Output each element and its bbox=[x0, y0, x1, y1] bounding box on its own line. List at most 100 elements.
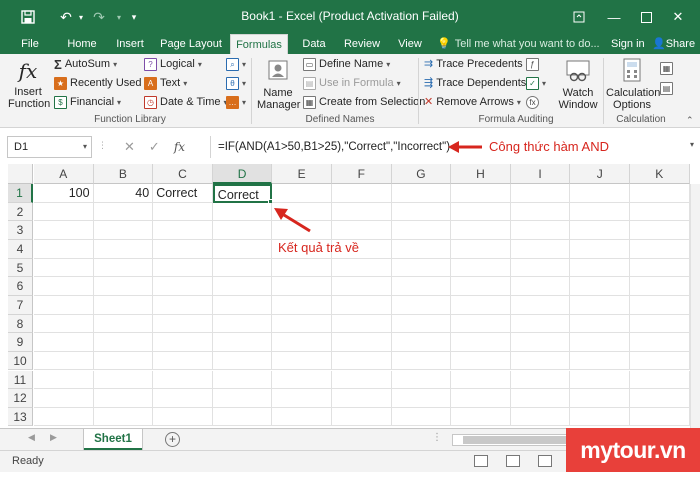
expand-formula-bar-icon[interactable]: ▾ bbox=[690, 140, 694, 149]
cell-g10[interactable] bbox=[391, 351, 452, 371]
cell-i1[interactable] bbox=[510, 184, 571, 203]
cell-g5[interactable] bbox=[391, 258, 452, 278]
cell-f2[interactable] bbox=[332, 202, 392, 222]
cell-i12[interactable] bbox=[510, 389, 571, 408]
cell-b10[interactable] bbox=[93, 351, 154, 371]
minimize-icon[interactable]: — bbox=[600, 6, 628, 28]
cell-b4[interactable] bbox=[93, 239, 154, 259]
cell-j9[interactable] bbox=[570, 333, 630, 352]
column-header-f[interactable]: F bbox=[332, 164, 392, 184]
cell-b11[interactable] bbox=[93, 370, 154, 390]
cell-c11[interactable] bbox=[153, 370, 213, 390]
cell-j11[interactable] bbox=[570, 370, 630, 390]
cell-j2[interactable] bbox=[570, 202, 630, 222]
cell-f6[interactable] bbox=[332, 277, 392, 296]
cell-b1[interactable]: 40 bbox=[93, 184, 154, 203]
row-header-2[interactable]: 2 bbox=[8, 202, 33, 222]
column-header-j[interactable]: J bbox=[570, 164, 630, 184]
calculation-options-button[interactable]: Calculation Options bbox=[606, 58, 660, 111]
cell-g7[interactable] bbox=[391, 295, 452, 315]
cell-a1[interactable]: 100 bbox=[34, 184, 94, 203]
column-header-i[interactable]: I bbox=[510, 164, 571, 184]
column-header-d[interactable]: D bbox=[212, 164, 273, 184]
cell-h7[interactable] bbox=[451, 295, 511, 315]
spreadsheet-grid[interactable]: A B C D E F G H I J K 1 100 40 Correct Correct 2 3 4 5 6 7 8 9 1… bbox=[0, 164, 700, 428]
maximize-icon[interactable] bbox=[632, 6, 660, 28]
row-header-11[interactable]: 11 bbox=[8, 370, 33, 390]
cell-k13[interactable] bbox=[630, 407, 690, 427]
cell-e12[interactable] bbox=[272, 389, 332, 408]
close-icon[interactable]: ✕ bbox=[664, 6, 692, 28]
cell-g3[interactable] bbox=[391, 221, 452, 240]
lookup-reference-button[interactable]: ⌕ ▾ bbox=[226, 56, 246, 73]
cell-a6[interactable] bbox=[34, 277, 94, 296]
column-header-b[interactable]: B bbox=[93, 164, 154, 184]
cell-e8[interactable] bbox=[272, 314, 332, 334]
cell-k3[interactable] bbox=[630, 221, 690, 240]
cell-c1[interactable]: Correct bbox=[153, 184, 213, 203]
cell-e1[interactable] bbox=[272, 184, 332, 203]
date-time-button[interactable]: ◷ Date & Time ▾ bbox=[144, 94, 228, 111]
cell-j13[interactable] bbox=[570, 407, 630, 427]
calculate-sheet-button[interactable]: ▤ bbox=[660, 80, 673, 97]
cell-d10[interactable] bbox=[212, 351, 273, 371]
cell-j12[interactable] bbox=[570, 389, 630, 408]
row-header-8[interactable]: 8 bbox=[8, 314, 33, 334]
cell-c10[interactable] bbox=[153, 351, 213, 371]
recently-used-button[interactable]: ★ Recently Used ▾ bbox=[54, 75, 149, 92]
cell-k11[interactable] bbox=[630, 370, 690, 390]
cell-c7[interactable] bbox=[153, 295, 213, 315]
cell-g11[interactable] bbox=[391, 370, 452, 390]
tab-view[interactable]: View bbox=[393, 34, 427, 54]
cell-a9[interactable] bbox=[34, 333, 94, 352]
cell-b12[interactable] bbox=[93, 389, 154, 408]
sheet-next-icon[interactable]: ▶ bbox=[50, 432, 57, 443]
collapse-ribbon-icon[interactable]: ⌃ bbox=[686, 112, 694, 129]
cell-f7[interactable] bbox=[332, 295, 392, 315]
name-manager-button[interactable]: Name Manager bbox=[257, 58, 300, 111]
cell-h11[interactable] bbox=[451, 370, 511, 390]
cell-g2[interactable] bbox=[391, 202, 452, 222]
column-header-e[interactable]: E bbox=[272, 164, 332, 184]
column-header-g[interactable]: G bbox=[391, 164, 452, 184]
cell-e7[interactable] bbox=[272, 295, 332, 315]
cell-i13[interactable] bbox=[510, 407, 571, 427]
tab-review[interactable]: Review bbox=[340, 34, 384, 54]
cell-i8[interactable] bbox=[510, 314, 571, 334]
cell-e5[interactable] bbox=[272, 258, 332, 278]
more-functions-button[interactable]: … ▾ bbox=[226, 94, 246, 111]
cell-k2[interactable] bbox=[630, 202, 690, 222]
cell-c2[interactable] bbox=[153, 202, 213, 222]
cell-c8[interactable] bbox=[153, 314, 213, 334]
cell-b13[interactable] bbox=[93, 407, 154, 427]
cell-j6[interactable] bbox=[570, 277, 630, 296]
cell-e6[interactable] bbox=[272, 277, 332, 296]
cell-d2[interactable] bbox=[212, 202, 273, 222]
cell-b6[interactable] bbox=[93, 277, 154, 296]
sign-in-link[interactable]: Sign in bbox=[611, 34, 645, 54]
cell-d4[interactable] bbox=[212, 239, 273, 259]
remove-arrows-button[interactable]: ✕ Remove Arrows ▾ bbox=[424, 94, 521, 111]
row-header-4[interactable]: 4 bbox=[8, 239, 33, 259]
watch-window-button[interactable]: Watch Window bbox=[558, 58, 598, 111]
cell-f3[interactable] bbox=[332, 221, 392, 240]
cell-d13[interactable] bbox=[212, 407, 273, 427]
cell-a5[interactable] bbox=[34, 258, 94, 278]
cell-k8[interactable] bbox=[630, 314, 690, 334]
cell-c12[interactable] bbox=[153, 389, 213, 408]
cell-a4[interactable] bbox=[34, 239, 94, 259]
row-header-6[interactable]: 6 bbox=[8, 277, 33, 296]
cell-f8[interactable] bbox=[332, 314, 392, 334]
cell-d5[interactable] bbox=[212, 258, 273, 278]
calculate-now-button[interactable]: ▦ bbox=[660, 60, 673, 77]
cell-h10[interactable] bbox=[451, 351, 511, 371]
cell-a13[interactable] bbox=[34, 407, 94, 427]
page-layout-view-icon[interactable] bbox=[506, 455, 520, 467]
row-header-1[interactable]: 1 bbox=[8, 184, 33, 203]
cell-d7[interactable] bbox=[212, 295, 273, 315]
row-header-7[interactable]: 7 bbox=[8, 295, 33, 315]
cell-a11[interactable] bbox=[34, 370, 94, 390]
cell-g6[interactable] bbox=[391, 277, 452, 296]
cell-k12[interactable] bbox=[630, 389, 690, 408]
normal-view-icon[interactable] bbox=[474, 455, 488, 467]
